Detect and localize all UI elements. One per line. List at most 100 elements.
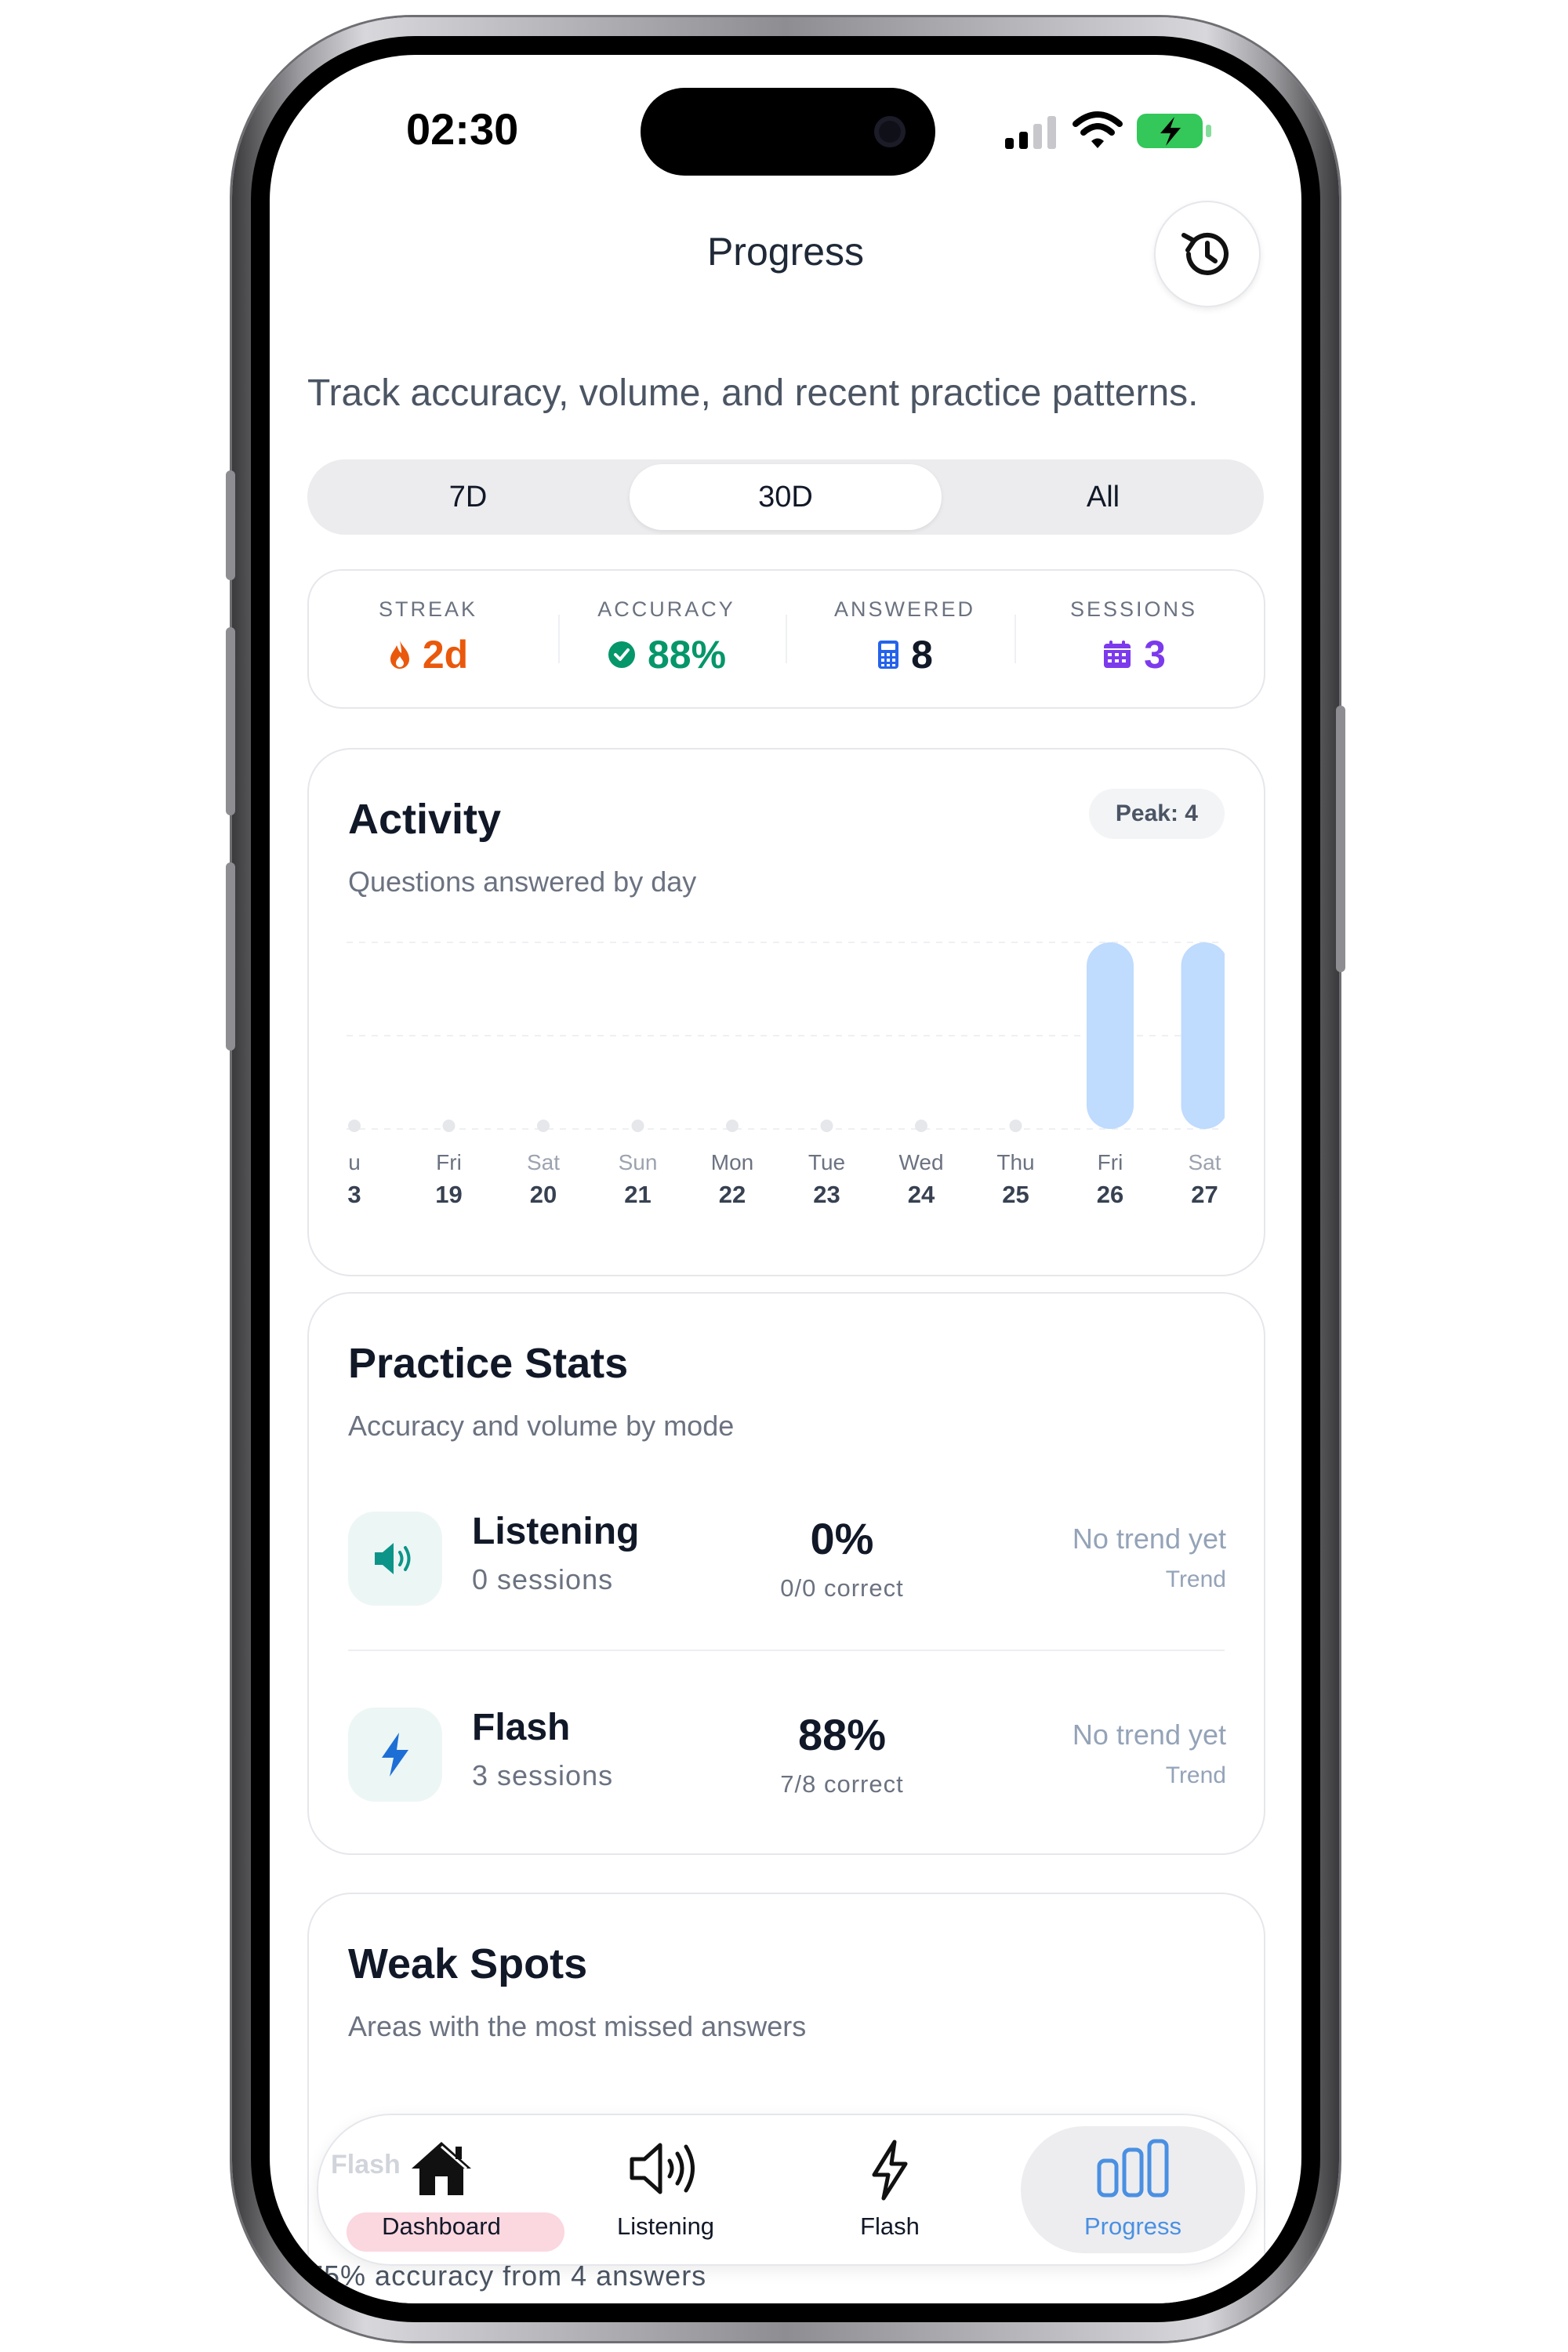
mode-row-flash[interactable]: Flash 3 sessions 88% 7/8 correct No tren…: [348, 1689, 1226, 1846]
cellular-signal-icon: [1005, 116, 1056, 149]
house-icon: [412, 2142, 471, 2195]
activity-card: Activity Questions answered by day Peak:…: [307, 748, 1265, 1276]
date-label: 3: [347, 1181, 361, 1208]
lightning-icon: [382, 1733, 408, 1777]
day-label: Sat: [1188, 1150, 1221, 1174]
tab-listening[interactable]: Listening: [554, 2126, 778, 2253]
tab-progress[interactable]: Progress: [1021, 2126, 1245, 2253]
accuracy-stat: ACCURACY 88%: [547, 571, 786, 707]
activity-empty-dot: [537, 1120, 550, 1132]
day-label: u: [348, 1150, 361, 1174]
activity-empty-dot: [348, 1120, 361, 1132]
date-label: 22: [719, 1181, 746, 1208]
check-circle-icon: [608, 641, 635, 668]
date-label: 23: [813, 1181, 840, 1208]
history-button[interactable]: [1154, 201, 1261, 307]
tab-flash[interactable]: Flash: [778, 2126, 1002, 2253]
range-option-30d[interactable]: 30D: [630, 464, 942, 530]
activity-empty-dot: [726, 1120, 739, 1132]
date-label: 19: [435, 1181, 462, 1208]
sessions-value: 3: [1144, 633, 1166, 677]
speaker-icon: [375, 1543, 411, 1574]
date-label: 27: [1191, 1181, 1218, 1208]
listening-icon-wrap: [348, 1512, 442, 1606]
answered-label: ANSWERED: [833, 597, 975, 621]
answered-value: 8: [911, 633, 933, 677]
date-label: 25: [1002, 1181, 1029, 1208]
volume-up-button: [226, 627, 235, 815]
date-label: 20: [530, 1181, 557, 1208]
activity-bar[interactable]: [1087, 942, 1134, 1129]
date-label: 24: [908, 1181, 935, 1208]
volume-down-button: [226, 862, 235, 1051]
history-icon: [1181, 232, 1229, 275]
mode-sessions: 3 sessions: [472, 1759, 614, 1791]
activity-empty-dot: [631, 1120, 644, 1132]
range-option-7d[interactable]: 7D: [312, 464, 624, 530]
activity-bar[interactable]: [1181, 942, 1225, 1129]
mode-correct: 0/0 correct: [780, 1574, 904, 1602]
date-label: 21: [624, 1181, 651, 1208]
mode-row-listening[interactable]: Listening 0 sessions 0% 0/0 correct No t…: [348, 1493, 1226, 1650]
accuracy-label: ACCURACY: [597, 597, 735, 621]
range-selector: 7D 30D All: [307, 459, 1264, 535]
mode-name: Flash: [472, 1707, 571, 1748]
activity-empty-dot: [442, 1120, 456, 1132]
day-label: Thu: [996, 1150, 1034, 1174]
calculator-icon: [878, 641, 899, 669]
day-label: Sat: [527, 1150, 560, 1174]
activity-empty-dot: [820, 1120, 833, 1132]
mode-sessions: 0 sessions: [472, 1563, 614, 1595]
calendar-icon: [1104, 641, 1131, 668]
practice-stats-card: Practice Stats Accuracy and volume by mo…: [307, 1292, 1265, 1855]
streak-stat: STREAK 2d: [309, 571, 547, 707]
wifi-icon: [1073, 111, 1123, 148]
streak-label: STREAK: [378, 597, 478, 621]
range-option-all[interactable]: All: [947, 464, 1259, 530]
page-title: Progress: [706, 230, 865, 274]
day-label: Sun: [619, 1150, 658, 1174]
streak-value: 2d: [422, 633, 469, 677]
date-label: 26: [1097, 1181, 1123, 1208]
sessions-label: SESSIONS: [1069, 597, 1198, 621]
day-label: Wed: [898, 1150, 943, 1174]
mode-correct: 7/8 correct: [780, 1770, 904, 1798]
sessions-stat: SESSIONS 3: [1014, 571, 1253, 707]
mode-trend: No trend yet: [1072, 1719, 1226, 1751]
camera-icon: [874, 116, 906, 147]
answered-stat: ANSWERED 8: [786, 571, 1024, 707]
page-subtitle: Track accuracy, volume, and recent pract…: [307, 372, 1199, 414]
activity-empty-dot: [1009, 1120, 1022, 1132]
mode-trend-label: Trend: [1165, 1762, 1226, 1788]
tab-label: Listening: [616, 2212, 715, 2240]
weak-spots-subtitle: Areas with the most missed answers: [348, 2010, 807, 2042]
battery-charging-icon: [1137, 114, 1211, 148]
lightning-icon: [872, 2140, 908, 2201]
mode-accuracy: 0%: [810, 1514, 874, 1563]
dynamic-island: [641, 88, 935, 176]
day-label: Fri: [436, 1150, 462, 1174]
flash-icon-wrap: [348, 1708, 442, 1802]
mode-name: Listening: [472, 1511, 640, 1552]
day-label: Fri: [1098, 1150, 1123, 1174]
mode-trend: No trend yet: [1072, 1523, 1226, 1555]
tab-label: Flash: [860, 2212, 920, 2240]
weak-spots-title: Weak Spots: [348, 1940, 588, 1987]
flame-icon: [390, 641, 409, 669]
tab-label: Progress: [1083, 2212, 1182, 2240]
peak-badge: Peak: 4: [1088, 789, 1225, 839]
practice-title: Practice Stats: [348, 1340, 629, 1387]
activity-chart: u 3 Fri 19 Sat 20 Sun 21 Mon 22 Tue 23 Wed 24 Thu 25 Fri…: [347, 942, 1225, 1208]
day-label: Tue: [808, 1150, 845, 1174]
activity-empty-dot: [915, 1120, 927, 1132]
summary-card: STREAK 2d ACCURACY 88% ANSWERED 8 SESSIO…: [307, 569, 1265, 709]
practice-subtitle: Accuracy and volume by mode: [348, 1410, 735, 1442]
mode-accuracy: 88%: [797, 1710, 887, 1759]
row-divider: [348, 1650, 1225, 1651]
tab-bar: Flash Dashboard Listening Flash Progress: [317, 2114, 1258, 2266]
status-time: 02:30: [406, 104, 519, 154]
tab-dashboard[interactable]: Dashboard: [329, 2126, 554, 2253]
screen: 02:30 Progress Track accuracy, volume, a…: [270, 55, 1301, 2303]
action-button: [226, 470, 235, 580]
power-button: [1336, 706, 1345, 972]
